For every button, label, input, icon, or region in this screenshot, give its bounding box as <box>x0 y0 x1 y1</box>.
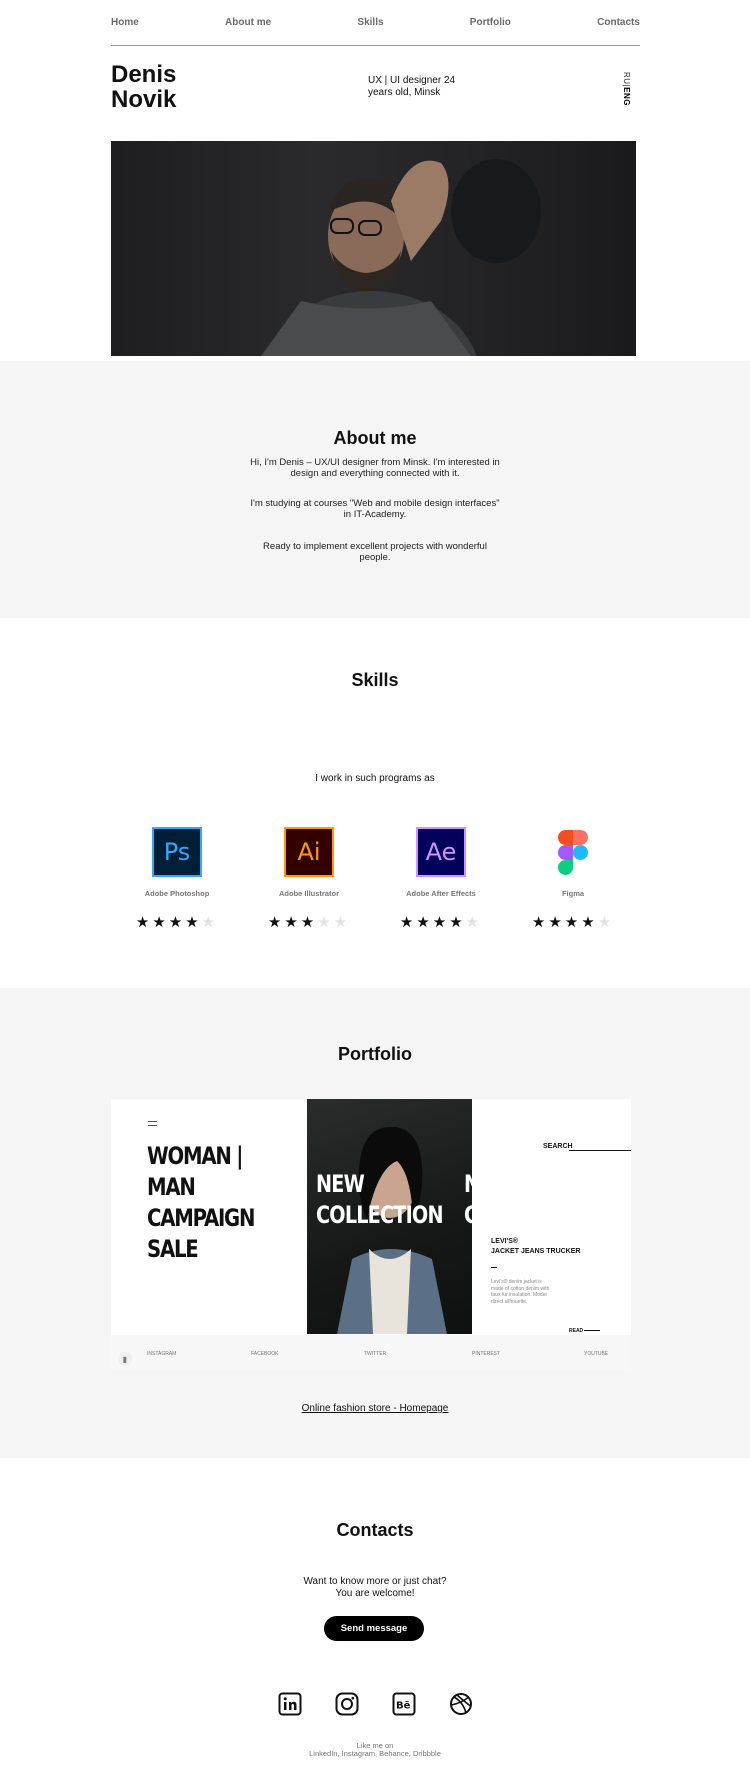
after-effects-icon: Ae <box>416 827 466 877</box>
product-title: LEVI'S® JACKET JEANS TRUCKER <box>491 1238 581 1255</box>
skill-card: Ai Adobe Illustrator ★★★★★ <box>249 827 369 931</box>
about-title: About me <box>333 428 417 448</box>
contacts-title: Contacts <box>336 1520 414 1540</box>
language-switcher: RU|ENG <box>622 72 631 106</box>
top-nav: Home About me Skills Portfolio Contacts <box>111 0 640 46</box>
svg-text:Bē: Bē <box>396 1701 411 1712</box>
photoshop-icon: Ps <box>152 827 202 877</box>
linkedin-icon[interactable] <box>278 1692 302 1716</box>
illustrator-icon: Ai <box>284 827 334 877</box>
read-label: READ <box>569 1328 584 1334</box>
like-me-text: Like me on LinkedIn, Instagram, Behance,… <box>309 1741 441 1758</box>
social-icons: Bē <box>0 1692 750 1716</box>
behance-icon[interactable]: Bē <box>392 1692 416 1716</box>
product-description: Levi's® denim jacket is made of cotton d… <box>491 1279 550 1305</box>
about-section: About me Hi, I'm Denis – UX/UI designer … <box>0 361 750 618</box>
portfolio-section: Portfolio WOMAN | MAN CAMPAIGN SALE NEW … <box>0 988 750 1458</box>
portfolio-title: Portfolio <box>338 1044 412 1064</box>
skill-card: Figma ★★★★★ <box>513 827 633 931</box>
portrait-illustration <box>261 159 541 356</box>
first-name: Denis <box>111 61 177 88</box>
skills-subtitle: I work in such programs as <box>315 773 435 784</box>
nav-about-link[interactable]: About me <box>225 17 271 28</box>
skill-rating: ★★★★★ <box>531 913 615 931</box>
menu-icon <box>148 1121 157 1126</box>
skill-card: Ps Adobe Photoshop ★★★★★ <box>117 827 237 931</box>
send-message-button[interactable]: Send message <box>324 1616 424 1641</box>
skill-name: Adobe Illustrator <box>278 889 339 898</box>
social-label: TWITTER <box>364 1351 387 1357</box>
intro-text: UX | UI designer 24 years old, Minsk <box>368 75 456 98</box>
nav-home-link[interactable]: Home <box>111 17 139 28</box>
dribbble-icon[interactable] <box>449 1692 473 1716</box>
portfolio-link[interactable]: Online fashion store - Homepage <box>0 1403 750 1414</box>
nav-contacts-link[interactable]: Contacts <box>597 17 640 28</box>
bookmark-icon: ▮ <box>118 1352 132 1366</box>
about-paragraph: Ready to implement excellent projects wi… <box>263 541 487 563</box>
skill-rating: ★★★★★ <box>135 913 219 931</box>
social-label: INSTAGRAM <box>147 1351 177 1357</box>
about-paragraph: I'm studying at courses "Web and mobile … <box>250 498 500 520</box>
instagram-icon[interactable] <box>335 1692 359 1716</box>
arrow-right-icon <box>584 1330 600 1331</box>
nav-portfolio-link[interactable]: Portfolio <box>470 17 511 28</box>
search-label: SEARCH <box>543 1143 573 1150</box>
skill-card: Ae Adobe After Effects ★★★★★ <box>381 827 501 931</box>
owner-name: Denis Novik <box>111 62 176 112</box>
about-paragraph: Hi, I'm Denis – UX/UI designer from Mins… <box>250 457 500 479</box>
social-label: FACEBOOK <box>251 1351 279 1357</box>
last-name: Novik <box>111 86 177 113</box>
hero-photo <box>111 141 636 356</box>
campaign-heading: WOMAN | MAN CAMPAIGN SALE <box>147 1142 255 1263</box>
lang-eng-link[interactable]: ENG <box>622 87 631 106</box>
social-label: PINTEREST <box>472 1351 501 1357</box>
skill-rating: ★★★★★ <box>399 913 483 931</box>
skills-title: Skills <box>351 670 399 690</box>
collection-heading-edge: N C <box>464 1170 481 1229</box>
search-underline <box>569 1150 631 1151</box>
skill-name: Figma <box>561 889 585 898</box>
social-label: YOUTUBE <box>584 1351 609 1357</box>
contacts-text: Want to know more or just chat? You are … <box>303 1576 447 1599</box>
collection-heading: NEW COLLECTION <box>316 1170 444 1229</box>
nav-skills-link[interactable]: Skills <box>357 17 383 28</box>
skill-rating: ★★★★★ <box>267 913 351 931</box>
divider <box>491 1267 497 1268</box>
skill-name: Adobe Photoshop <box>144 889 210 898</box>
figma-icon <box>548 827 598 877</box>
skill-name: Adobe After Effects <box>406 889 476 898</box>
lang-ru-link[interactable]: RU <box>622 72 631 85</box>
portfolio-preview[interactable]: WOMAN | MAN CAMPAIGN SALE NEW COLLECTION… <box>111 1099 631 1371</box>
